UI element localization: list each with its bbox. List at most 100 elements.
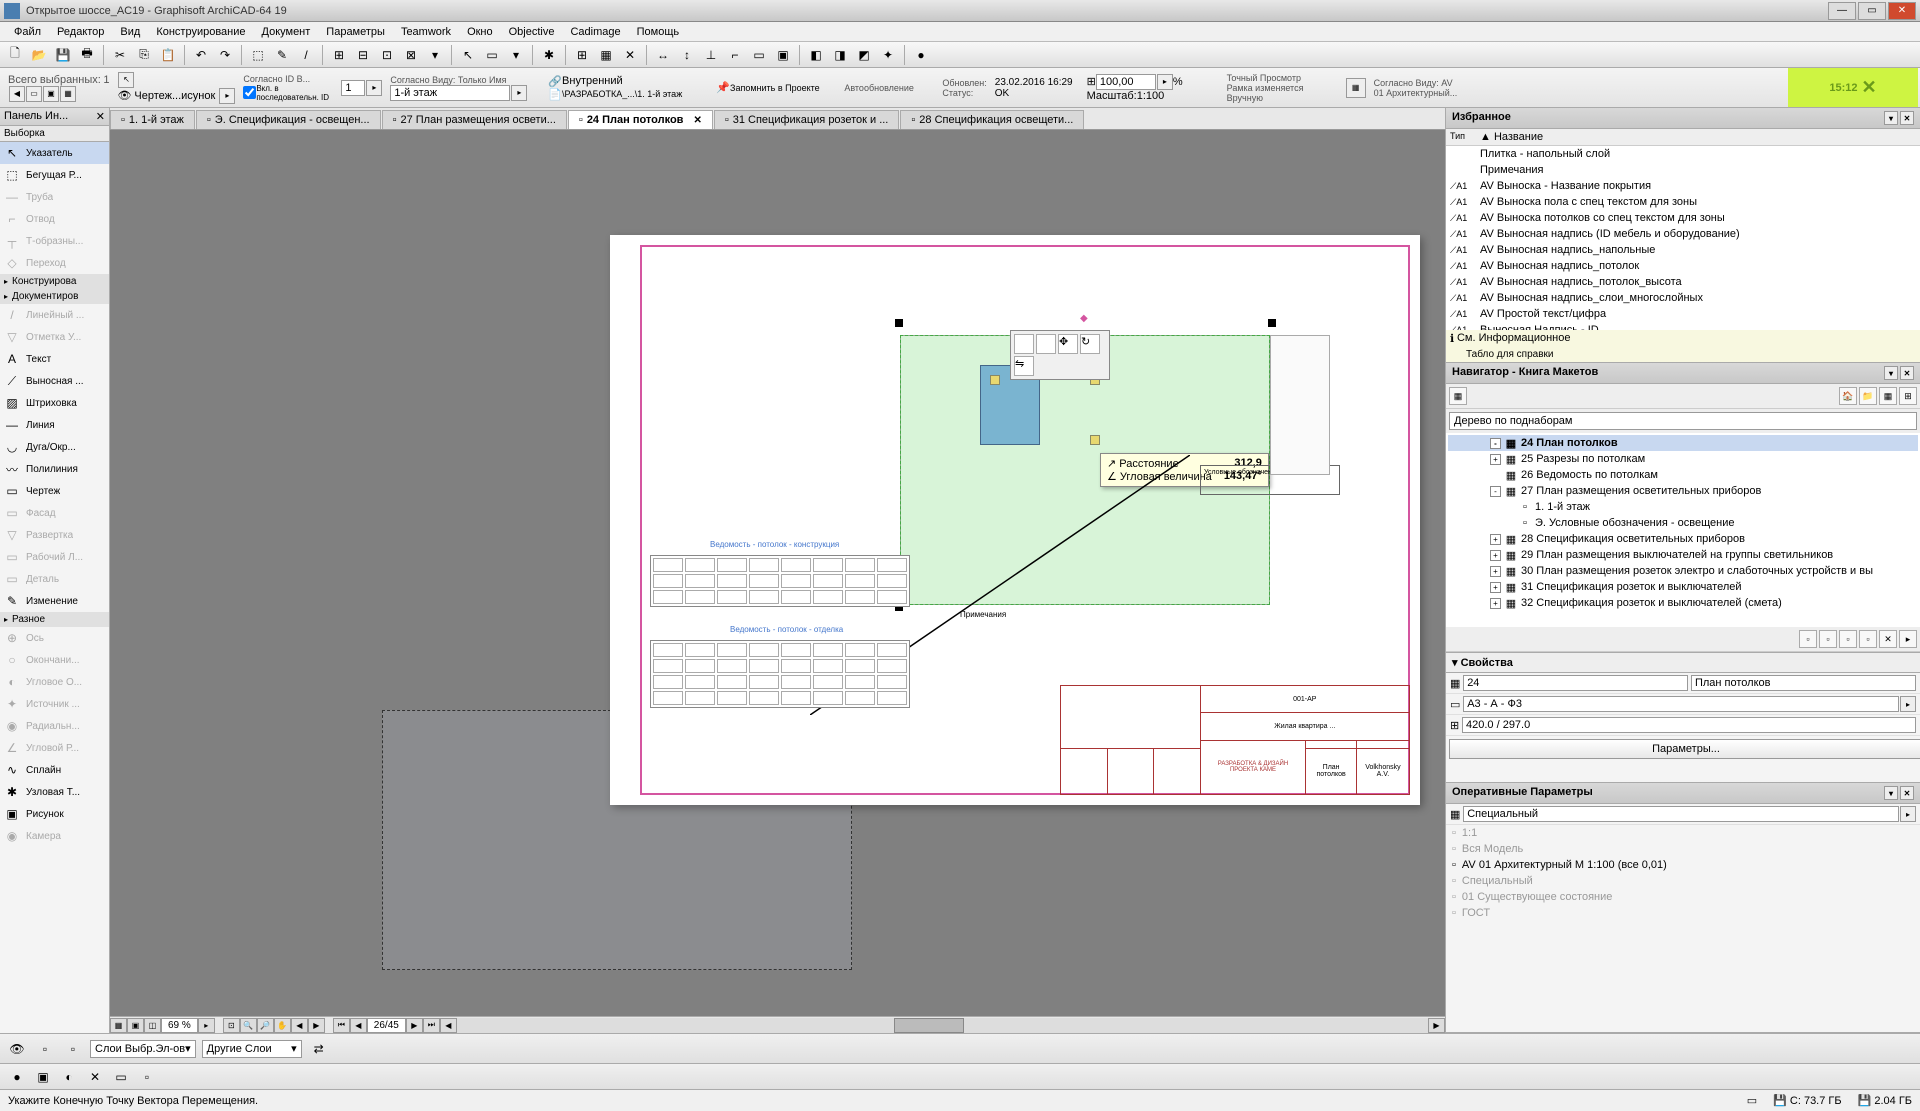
dim3-icon[interactable]: ⊥ [700, 44, 722, 66]
draw-next-icon[interactable]: ▸ [219, 88, 235, 104]
tool9-icon[interactable]: ✕ [619, 44, 641, 66]
document-tab[interactable]: ▫24 План потолков✕ [568, 110, 713, 129]
prop-format-input[interactable] [1463, 696, 1899, 712]
table-link-2[interactable]: Ведомость - потолок - отделка [730, 625, 843, 634]
line-icon[interactable]: / [295, 44, 317, 66]
zoom-value[interactable]: 69 % [161, 1018, 198, 1033]
pencil-icon[interactable]: ✎ [271, 44, 293, 66]
nav-btn3-icon[interactable]: ▦ [1879, 387, 1897, 405]
handle-icon[interactable] [1268, 319, 1276, 327]
toolbox-header-document[interactable]: Документиров [0, 289, 109, 304]
snap2-icon[interactable]: ⊟ [352, 44, 374, 66]
tool-item[interactable]: ∿Сплайн [0, 759, 109, 781]
scale-input[interactable] [1096, 74, 1156, 90]
prev-icon[interactable]: ◀ [350, 1018, 367, 1033]
layer-swap-icon[interactable]: ⇄ [308, 1038, 330, 1060]
hscroll-thumb[interactable] [894, 1018, 964, 1033]
tree-item[interactable]: +▦30 План размещения розеток электро и с… [1448, 563, 1918, 579]
tool-item[interactable]: ◡Дуга/Окр... [0, 436, 109, 458]
tree-new4-icon[interactable]: ▫ [1859, 630, 1877, 648]
dim4-icon[interactable]: ⌐ [724, 44, 746, 66]
tree-item[interactable]: +▦32 Спецификация розеток и выключателей… [1448, 595, 1918, 611]
panel-opts-icon[interactable]: ▾ [1884, 111, 1898, 125]
tree-toggle-icon[interactable]: - [1490, 486, 1501, 497]
tool-item[interactable]: ▭Чертеж [0, 480, 109, 502]
opparam-item[interactable]: ▫1:1 [1446, 825, 1920, 841]
panel-close-icon[interactable]: ✕ [1900, 111, 1914, 125]
layer3-icon[interactable]: ◩ [853, 44, 875, 66]
navigator-search[interactable] [1449, 412, 1917, 430]
nav-prev-icon[interactable]: ◀ [9, 86, 25, 102]
tree-item[interactable]: ▫Э. Условные обозначения - освещение [1448, 515, 1918, 531]
floor-input[interactable] [390, 85, 510, 101]
tree-toggle-icon[interactable]: + [1490, 566, 1501, 577]
tree-new1-icon[interactable]: ▫ [1799, 630, 1817, 648]
ctx-btn-icon[interactable] [1014, 334, 1034, 354]
snap1-icon[interactable]: ⊞ [328, 44, 350, 66]
favorite-item[interactable]: Плитка - напольный слой [1446, 146, 1920, 162]
menu-окно[interactable]: Окно [459, 24, 501, 40]
tool7-icon[interactable]: ✱ [538, 44, 560, 66]
toolbox-header-construct[interactable]: Конструирова [0, 274, 109, 289]
favorite-item[interactable]: ⟋A1AV Выносная надпись (ID мебель и обор… [1446, 226, 1920, 242]
tool-item[interactable]: ✱Узловая Т... [0, 781, 109, 803]
layer-opt2-icon[interactable]: ▫ [62, 1038, 84, 1060]
zoom-dd-icon[interactable]: ▸ [198, 1018, 215, 1033]
drawing-canvas[interactable]: ◆ ✥ ↻ ⇋ ↗ Расстояние312,9 ∠ Угловая вели… [110, 130, 1445, 1016]
prop-size-input[interactable] [1462, 717, 1916, 733]
undo-icon[interactable]: ↶ [190, 44, 212, 66]
draw-label[interactable]: Чертеж...исунок [134, 90, 215, 102]
seq-checkbox[interactable] [243, 86, 256, 99]
bt1-icon[interactable]: ● [6, 1066, 28, 1088]
zoomout-icon[interactable]: 🔎 [257, 1018, 274, 1033]
print-icon[interactable]: 🖶 [76, 44, 98, 66]
special-input[interactable] [1463, 806, 1899, 822]
opparam-item[interactable]: ▫ГОСТ [1446, 905, 1920, 921]
floor-dd-icon[interactable]: ▸ [511, 85, 527, 101]
document-tab[interactable]: ▫Э. Спецификация - освещен... [196, 110, 381, 129]
fit-icon[interactable]: ⊡ [223, 1018, 240, 1033]
favorite-item[interactable]: ⟋A1AV Простой текст/цифра [1446, 306, 1920, 322]
ctx-move-icon[interactable]: ✥ [1058, 334, 1078, 354]
dropdown-icon[interactable]: ▾ [424, 44, 446, 66]
view-mode1-icon[interactable]: ▦ [110, 1018, 127, 1033]
tool5-icon[interactable]: ▭ [481, 44, 503, 66]
view-mode3-icon[interactable]: ◫ [144, 1018, 161, 1033]
special-dd-icon[interactable]: ▸ [1900, 806, 1916, 822]
ctx-rotate-icon[interactable]: ↻ [1080, 334, 1100, 354]
prop-name-input[interactable] [1691, 675, 1916, 691]
cursor-icon[interactable]: ↖ [457, 44, 479, 66]
favorite-item[interactable]: ⟋A1AV Выноска потолков со спец текстом д… [1446, 210, 1920, 226]
ctx-mirror-icon[interactable]: ⇋ [1014, 356, 1034, 376]
toolbox-header-misc[interactable]: Разное [0, 612, 109, 627]
toolbox-close-icon[interactable]: ✕ [96, 110, 105, 123]
snap3-icon[interactable]: ⊡ [376, 44, 398, 66]
layer-selected-dd[interactable]: Слои Выбр.Эл-ов▾ [90, 1040, 196, 1058]
panel-opts-icon[interactable]: ▾ [1884, 786, 1898, 800]
tool-item[interactable]: —Линия [0, 414, 109, 436]
redo-icon[interactable]: ↷ [214, 44, 236, 66]
menu-teamwork[interactable]: Teamwork [393, 24, 459, 40]
menu-objective[interactable]: Objective [501, 24, 563, 40]
open-icon[interactable]: 📂 [28, 44, 50, 66]
opparam-item[interactable]: ▫01 Существующее состояние [1446, 889, 1920, 905]
document-tab[interactable]: ▫1. 1-й этаж [110, 110, 195, 129]
tree-item[interactable]: ▦26 Ведомость по потолкам [1448, 467, 1918, 483]
nav-mode-icon[interactable]: ▦ [1449, 387, 1467, 405]
menu-конструирование[interactable]: Конструирование [148, 24, 253, 40]
tree-toggle-icon[interactable]: + [1490, 454, 1501, 465]
col-type[interactable]: Тип [1450, 131, 1480, 143]
paste-icon[interactable]: 📋 [157, 44, 179, 66]
tree-item[interactable]: -▦24 План потолков [1448, 435, 1918, 451]
tool-item[interactable]: ▨Штриховка [0, 392, 109, 414]
panel-close-icon[interactable]: ✕ [1900, 366, 1914, 380]
menu-помощь[interactable]: Помощь [629, 24, 688, 40]
col-name[interactable]: ▲ Название [1480, 131, 1543, 143]
tree-item[interactable]: +▦25 Разрезы по потолкам [1448, 451, 1918, 467]
tree-new3-icon[interactable]: ▫ [1839, 630, 1857, 648]
tool-item[interactable]: ⟋Выносная ... [0, 370, 109, 392]
menu-cadimage[interactable]: Cadimage [562, 24, 628, 40]
properties-button[interactable]: Параметры... [1449, 739, 1920, 759]
layer-other-dd[interactable]: Другие Слои▾ [202, 1040, 302, 1058]
menu-вид[interactable]: Вид [112, 24, 148, 40]
